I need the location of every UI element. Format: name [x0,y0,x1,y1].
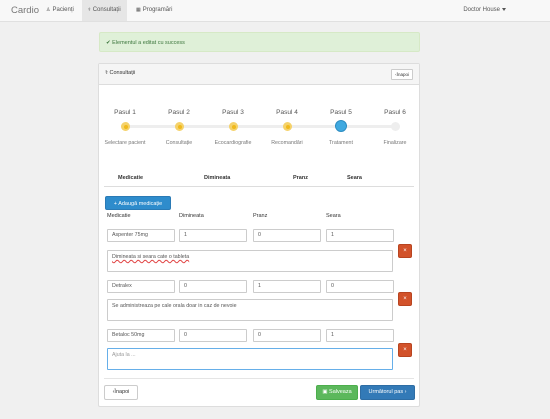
panel-title: ⚕ Consultații [105,70,136,76]
step-3-dot[interactable] [229,122,238,131]
label-seara: Seara [326,213,341,219]
dimineata-input[interactable]: 1 [179,229,247,242]
step-6-dot[interactable] [391,122,400,131]
save-button[interactable]: ▣ Salveaza [316,385,358,400]
nav-consultatii[interactable]: ⚕ Consultații [82,0,127,21]
col-head-dimineata: Dimineata [204,175,231,181]
plus-icon: + [113,201,117,207]
calendar-icon: ▦ [136,7,141,13]
note-placeholder: Ajuta la ... [112,352,136,358]
medication-note-textarea[interactable]: Dimineata si seara cate o tableta [107,250,393,272]
seara-input[interactable]: 1 [326,229,394,242]
next-step-button[interactable]: Următorul pas › [360,385,415,400]
step-4-title: Pasul 4 [276,109,298,116]
pranz-input[interactable]: 1 [253,280,321,293]
dimineata-input[interactable]: 0 [179,280,247,293]
caret-down-icon [502,7,506,11]
medication-note-textarea[interactable]: Se administreaza pe cale orala doar in c… [107,299,393,321]
nav-pacienti[interactable]: ♙ Pacienți [40,0,80,21]
user-menu[interactable]: Doctor House [463,0,506,21]
delete-medication-button[interactable]: × [398,343,412,357]
person-icon: ♙ [46,7,51,13]
back-button-small[interactable]: ‹Înapoi [391,69,413,80]
seara-input[interactable]: 1 [326,329,394,342]
step-5-title: Pasul 5 [330,109,352,116]
delete-medication-button[interactable]: × [398,292,412,306]
medication-note-textarea[interactable]: Ajuta la ... [107,348,393,370]
panel-header: ⚕ Consultații ‹Înapoi [99,64,419,85]
step-2-dot[interactable] [175,122,184,131]
medication-name-input[interactable]: Detralex [107,280,175,293]
step-1-title: Pasul 1 [114,109,136,116]
step-5-dot[interactable] [335,120,347,132]
previous-step-button[interactable]: ‹Înapoi [104,385,138,400]
medication-name-input[interactable]: Betaloc 50mg [107,329,175,342]
footer-divider [104,378,414,379]
col-head-seara: Seara [347,175,362,181]
col-head-medicatie: Medicatie [118,175,144,181]
check-icon: ✔ [106,40,111,46]
brand-logo[interactable]: Cardio [11,5,39,16]
step-1-dot[interactable] [121,122,130,131]
col-head-pranz: Pranz [293,175,308,181]
add-medication-button[interactable]: + Adaugă medicație [105,196,171,210]
label-dimineata: Dimineata [179,213,204,219]
dimineata-input[interactable]: 0 [179,329,247,342]
pranz-input[interactable]: 0 [253,229,321,242]
step-6-label: Finalizare [383,140,407,146]
nav-programari[interactable]: ▦ Programări [130,0,178,21]
wizard-remaining-line [341,125,395,128]
medication-name-input[interactable]: Aspenter 75mg [107,229,175,242]
stethoscope-icon: ⚕ [88,7,91,13]
success-alert: ✔ Elementul a editat cu success [99,32,420,52]
step-6-title: Pasul 6 [384,109,406,116]
delete-medication-button[interactable]: × [398,244,412,258]
chevron-right-icon: › [404,389,407,395]
step-2-title: Pasul 2 [168,109,190,116]
note-text: Se administreaza pe cale orala doar in c… [112,303,237,309]
floppy-disk-icon: ▣ [322,389,328,395]
note-text: Dimineata si seara cate o tableta [112,254,190,260]
label-pranz: Pranz [253,213,268,219]
seara-input[interactable]: 0 [326,280,394,293]
stethoscope-icon: ⚕ [105,70,108,76]
label-medicatie: Medicatie [107,213,131,219]
step-4-dot[interactable] [283,122,292,131]
pranz-input[interactable]: 0 [253,329,321,342]
step-3-title: Pasul 3 [222,109,244,116]
medication-table-header: Medicatie Dimineata Pranz Seara [104,170,414,187]
navbar: Cardio ♙ Pacienți ⚕ Consultații ▦ Programăr… [0,0,550,22]
